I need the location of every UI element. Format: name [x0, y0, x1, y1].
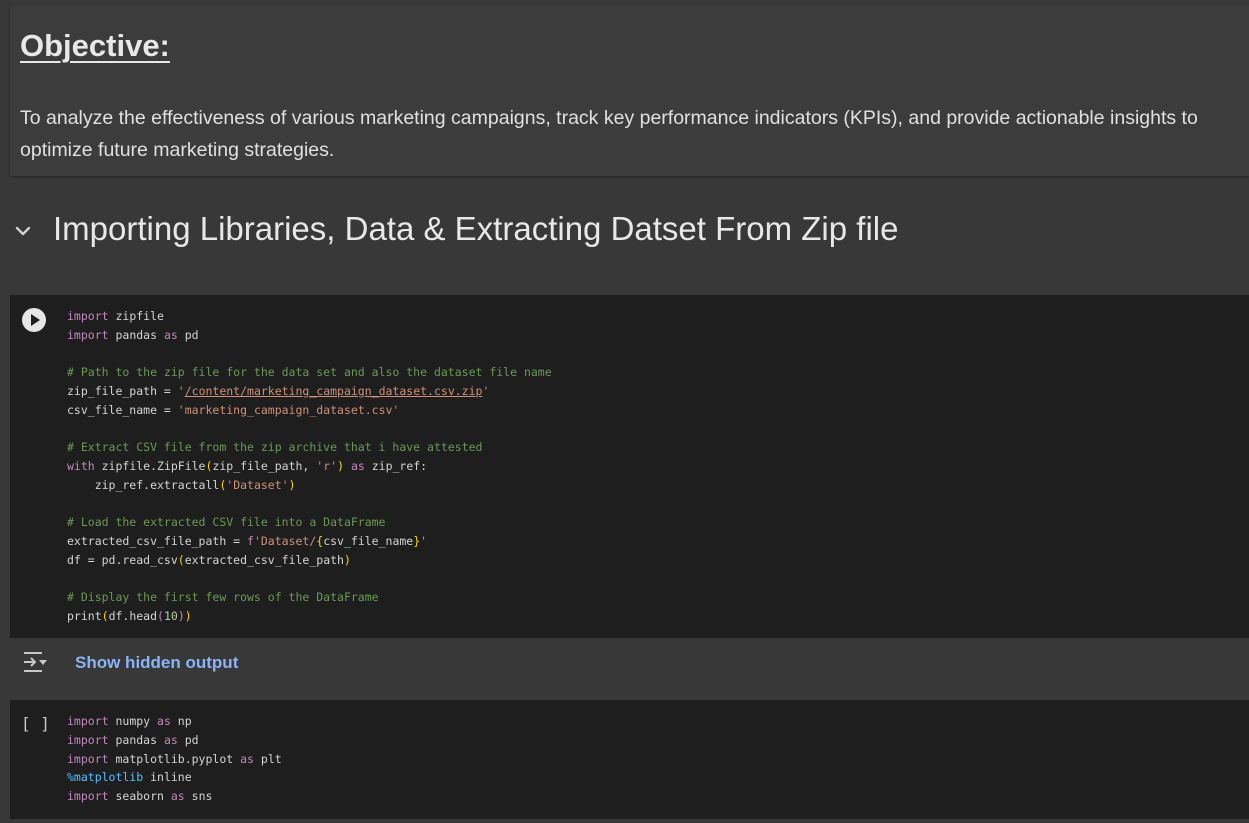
- code-line: %matplotlib inline: [67, 770, 192, 785]
- code-line: import seaborn as sns: [67, 789, 213, 803]
- code-line: print(df.head(10)): [67, 609, 192, 623]
- code-line: # Display the first few rows of the Data…: [67, 590, 379, 605]
- objective-text: To analyze the effectiveness of various …: [20, 107, 1198, 161]
- code-line: import pandas as pd: [67, 732, 199, 747]
- code-line: # Extract CSV file from the zip archive …: [67, 440, 483, 455]
- code-line: extracted_csv_file_path = f'Dataset/{csv…: [67, 534, 428, 548]
- output-toggle-icon[interactable]: [22, 650, 48, 674]
- section-header: Importing Libraries, Data & Extracting D…: [0, 190, 1249, 280]
- code-line: with zipfile.ZipFile(zip_file_path, 'r')…: [67, 459, 428, 473]
- notebook-page: Objective: To analyze the effectiveness …: [0, 0, 1249, 823]
- code-editor[interactable]: import zipfile import pandas as pd # Path…: [67, 307, 552, 626]
- code-cell-imports[interactable]: [ ] import numpy as np import pandas as p…: [10, 700, 1249, 819]
- code-line: zip_file_path = '/content/marketing_camp…: [67, 384, 490, 398]
- show-hidden-output-link[interactable]: Show hidden output: [75, 653, 238, 673]
- code-line: import zipfile: [67, 309, 164, 323]
- section-title: Importing Libraries, Data & Extracting D…: [53, 210, 899, 247]
- objective-markdown-cell[interactable]: Objective: To analyze the effectiveness …: [10, 6, 1249, 176]
- code-line: df = pd.read_csv(extracted_csv_file_path…: [67, 552, 351, 567]
- code-line: csv_file_name = 'marketing_campaign_data…: [67, 402, 400, 417]
- chevron-down-icon[interactable]: [12, 220, 34, 242]
- code-cell-zip-extract[interactable]: import zipfile import pandas as pd # Path…: [10, 295, 1249, 638]
- code-line: # Path to the zip file for the data set …: [67, 365, 552, 380]
- code-line: zip_ref.extractall('Dataset'): [67, 477, 296, 492]
- execution-count[interactable]: [ ]: [21, 714, 50, 733]
- code-line: import pandas as pd: [67, 327, 199, 342]
- output-area: Show hidden output: [10, 638, 1249, 688]
- play-icon[interactable]: [22, 308, 46, 332]
- objective-heading: Objective:: [20, 28, 170, 63]
- code-line: import numpy as np: [67, 714, 192, 728]
- code-editor[interactable]: import numpy as np import pandas as pd imp…: [67, 712, 282, 806]
- code-line: # Load the extracted CSV file into a Dat…: [67, 515, 386, 530]
- code-line: import matplotlib.pyplot as plt: [67, 751, 282, 766]
